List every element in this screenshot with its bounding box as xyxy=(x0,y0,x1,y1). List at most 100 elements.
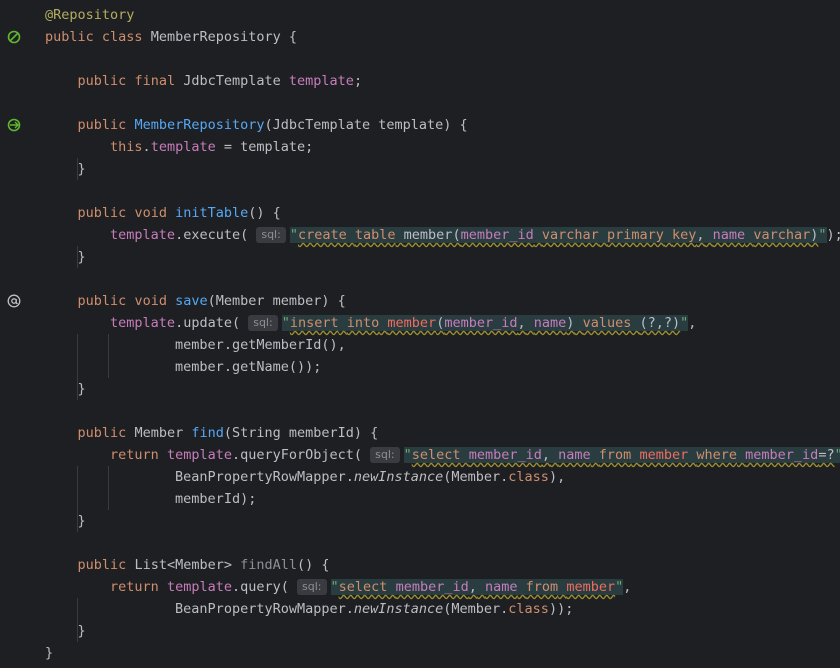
keyword: void xyxy=(134,293,167,309)
code-text: = template; xyxy=(215,139,314,155)
sql-keyword: from xyxy=(598,447,632,463)
brace: } xyxy=(77,623,86,639)
brace: } xyxy=(77,249,86,265)
code-line: } xyxy=(45,620,840,642)
code-line: this.template = template; xyxy=(45,136,840,158)
punctuation: ); xyxy=(826,227,840,243)
code-text: BeanPropertyRowMapper. xyxy=(175,601,354,617)
quote: " xyxy=(818,227,827,243)
sql-punct: , xyxy=(468,579,477,595)
method-name: initTable xyxy=(175,205,249,221)
editor-gutter xyxy=(0,0,36,668)
sql-string: "select member_id, name from member wher… xyxy=(403,447,840,463)
sql-column: member_id xyxy=(745,447,819,463)
sql-punct: , xyxy=(517,315,526,331)
sql-keyword: key xyxy=(671,227,697,243)
code-text: ), xyxy=(548,469,566,485)
method-call: .query( xyxy=(231,579,298,595)
keyword: class xyxy=(508,601,549,617)
sql-string: "insert into member(member_id, name) val… xyxy=(281,315,689,331)
static-method: newInstance xyxy=(353,469,444,485)
punctuation: , xyxy=(688,315,697,331)
override-annotation-icon[interactable] xyxy=(6,293,22,309)
sql-placeholders: (?,?) xyxy=(639,315,681,331)
quote: " xyxy=(281,315,290,331)
field-name: template xyxy=(150,139,216,155)
keyword: public xyxy=(77,557,127,573)
spring-bean-icon[interactable] xyxy=(6,117,22,133)
sql-column: name xyxy=(712,227,746,243)
spring-bean-icon[interactable] xyxy=(6,29,22,45)
code-line: } xyxy=(45,246,840,268)
code-line: public MemberRepository(JdbcTemplate tem… xyxy=(45,114,840,136)
sql-table: member xyxy=(403,227,453,243)
field-name: template xyxy=(110,315,176,331)
method-name: save xyxy=(175,293,208,309)
code-line: public final JdbcTemplate template; xyxy=(45,70,840,92)
sql-string: "create table member(member_id varchar p… xyxy=(289,227,827,243)
quote: " xyxy=(403,447,412,463)
sql-keyword: select xyxy=(338,579,388,595)
code-line: public void initTable() { xyxy=(45,202,840,224)
code-text: () { xyxy=(297,557,330,573)
keyword: void xyxy=(134,205,167,221)
method-call: .update( xyxy=(175,315,249,331)
code-line: template.execute( sql: "create table memb… xyxy=(45,224,840,246)
sql-keyword: from xyxy=(525,579,559,595)
sql-punct: , xyxy=(696,227,705,243)
code-text: member.getName()); xyxy=(175,359,322,375)
field-name: template xyxy=(288,73,354,89)
method-name: findAll xyxy=(240,557,298,573)
sql-column: member_id xyxy=(460,227,534,243)
code-line: member.getMemberId(), xyxy=(45,334,840,356)
sql-keyword: varchar xyxy=(541,227,599,243)
sql-column: member_id xyxy=(468,447,542,463)
brace: } xyxy=(45,645,54,661)
keyword: class xyxy=(101,29,143,45)
code-text: member.getMemberId(), xyxy=(175,337,346,353)
keyword: this xyxy=(110,139,143,155)
code-line: } xyxy=(45,510,840,532)
keyword: return xyxy=(110,579,159,595)
sql-column: member_id xyxy=(444,315,518,331)
sql-keyword: table xyxy=(354,227,396,243)
class-name: MemberRepository { xyxy=(150,29,298,45)
sql-column: name xyxy=(485,579,518,595)
sql-parameter-hint: sql: xyxy=(248,315,278,331)
code-line: } xyxy=(45,158,840,180)
sql-table: member xyxy=(387,315,437,331)
code-area[interactable]: @Repository public class MemberRepositor… xyxy=(45,4,840,664)
sql-keyword: create xyxy=(297,227,347,243)
code-line: public List<Member> findAll() { xyxy=(45,554,840,576)
sql-punct: ( xyxy=(452,227,461,243)
field-name: template xyxy=(110,227,176,243)
code-editor[interactable]: @Repository public class MemberRepositor… xyxy=(0,0,840,668)
code-text: )); xyxy=(548,601,574,617)
static-method: newInstance xyxy=(353,601,444,617)
code-text: (Member member) { xyxy=(207,293,346,309)
code-line: } xyxy=(45,642,840,664)
quote: " xyxy=(615,579,624,595)
keyword: public xyxy=(77,205,127,221)
sql-parameter-hint: sql: xyxy=(370,447,400,463)
sql-keyword: select xyxy=(411,447,461,463)
sql-parameter-hint: sql: xyxy=(297,579,327,595)
keyword: class xyxy=(508,469,549,485)
sql-table: member xyxy=(566,579,616,595)
sql-parameter-hint: sql: xyxy=(256,227,286,243)
keyword: public xyxy=(77,117,127,133)
annotation: @Repository xyxy=(45,7,135,23)
sql-keyword: insert xyxy=(289,315,339,331)
type-name: Member xyxy=(134,425,184,441)
constructor-name: MemberRepository xyxy=(134,117,265,133)
keyword: public xyxy=(77,425,127,441)
sql-column: name xyxy=(533,315,567,331)
code-text: () { xyxy=(248,205,281,221)
field-name: template xyxy=(166,579,232,595)
type-name: JdbcTemplate xyxy=(183,73,281,89)
